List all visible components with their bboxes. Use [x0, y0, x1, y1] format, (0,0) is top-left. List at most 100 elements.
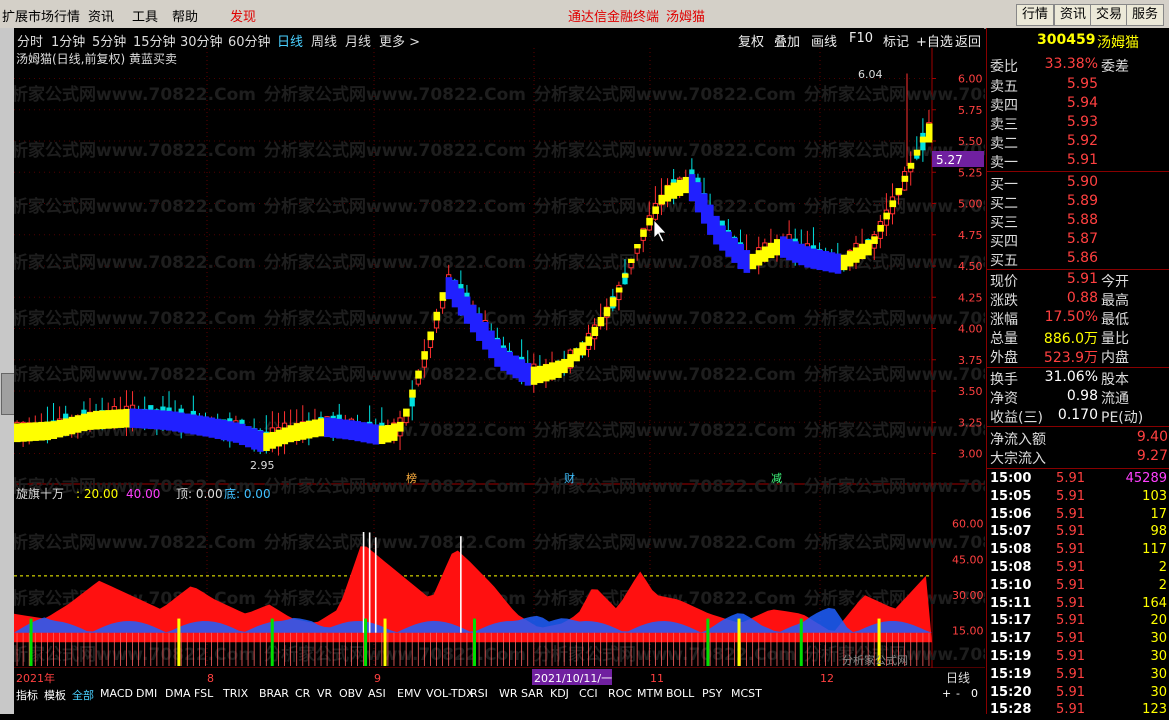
indicator-tab[interactable]: ROC — [608, 687, 632, 700]
tick-row[interactable]: 15:28 5.91 123 — [987, 702, 1169, 720]
indicator-tab[interactable]: CR — [295, 687, 310, 700]
marker-finance[interactable]: 财 — [564, 471, 575, 485]
tick-row[interactable]: 15:00 5.91 45289 — [987, 471, 1169, 489]
zoom-in-button[interactable]: + — [942, 687, 951, 700]
trend-band-segment — [184, 413, 191, 434]
tick-price: 5.91 — [1056, 631, 1085, 647]
indicator-tab[interactable]: MCST — [731, 687, 762, 700]
chart-area[interactable]: 分析家公式网www.70822.Com 分析家公式网www.70822.Com 分析… — [14, 48, 985, 686]
marker-rank[interactable]: 榜 — [406, 471, 417, 485]
indicator-tab[interactable]: RSI — [470, 687, 488, 700]
buy-level[interactable]: 买三 5.88 — [987, 212, 1169, 232]
left-scroll-strip[interactable] — [0, 28, 15, 714]
svg-text:分析家公式网www.70822.Com: 分析家公式网www.70822.Com — [264, 84, 526, 105]
brand-watermark: 分析家公式网 — [842, 653, 908, 667]
stat-row: 现价 5.91 今开 — [987, 271, 1169, 291]
trend-band-segment — [646, 217, 653, 226]
menu-news[interactable]: 资讯 — [88, 6, 114, 25]
time-label-5: 12 — [820, 672, 834, 685]
indicator-tab[interactable]: OBV — [339, 687, 362, 700]
tick-row[interactable]: 15:17 5.91 30 — [987, 631, 1169, 649]
tick-row[interactable]: 15:19 5.91 30 — [987, 667, 1169, 685]
indicator-tab[interactable]: VR — [317, 687, 332, 700]
sub-v2: 40.00 — [126, 487, 160, 501]
tick-row[interactable]: 15:08 5.91 2 — [987, 560, 1169, 578]
indicator-tab[interactable]: SAR — [521, 687, 543, 700]
buy-level[interactable]: 买四 5.87 — [987, 231, 1169, 251]
indicator-tab[interactable]: DMI — [136, 687, 157, 700]
indicator-tab[interactable]: WR — [499, 687, 518, 700]
sell-level[interactable]: 卖四 5.94 — [987, 95, 1169, 115]
svg-text:分析家公式网www.70822.Com: 分析家公式网www.70822.Com — [264, 252, 526, 273]
menu-extended-market[interactable]: 扩展市场行情 — [2, 6, 80, 25]
indicator-tab[interactable]: 全部 — [72, 687, 94, 703]
tick-row[interactable]: 15:17 5.91 20 — [987, 613, 1169, 631]
sell-level[interactable]: 卖一 5.91 — [987, 152, 1169, 172]
sell-level[interactable]: 卖二 5.92 — [987, 133, 1169, 153]
zoom-reset-button[interactable]: 0 — [971, 687, 978, 700]
indicator-tab[interactable]: DMA — [165, 687, 191, 700]
indicator-tab[interactable]: MACD — [100, 687, 133, 700]
indicator-tab[interactable]: BOLL — [666, 687, 694, 700]
menu-bar: 扩展市场行情 资讯 工具 帮助 发现 通达信金融终端 汤姆猫 行情 资讯 交易 … — [0, 0, 1169, 29]
tick-row[interactable]: 15:20 5.91 30 — [987, 685, 1169, 703]
menu-tools[interactable]: 工具 — [132, 6, 158, 25]
trade-button[interactable]: 交易 — [1090, 4, 1129, 26]
tick-row[interactable]: 15:07 5.91 98 — [987, 524, 1169, 542]
tick-volume: 30 — [1150, 649, 1167, 664]
trend-band-segment — [919, 136, 927, 143]
y-tick-label: 4.25 — [958, 291, 983, 304]
zoom-out-button[interactable]: - — [956, 687, 960, 700]
news-button[interactable]: 资讯 — [1054, 4, 1093, 26]
indicator-tab[interactable]: CCI — [579, 687, 598, 700]
signal-bar — [737, 618, 741, 666]
tick-row[interactable]: 15:11 5.91 164 — [987, 596, 1169, 614]
indicator-tab[interactable]: TRIX — [223, 687, 248, 700]
service-button[interactable]: 服务 — [1126, 4, 1165, 26]
indicator-tab[interactable]: PSY — [702, 687, 722, 700]
tick-volume: 45289 — [1125, 471, 1167, 486]
signal-bar — [383, 618, 387, 666]
collapse-handle[interactable] — [1, 373, 15, 415]
trend-band-segment — [451, 280, 459, 308]
quotes-button[interactable]: 行情 — [1016, 4, 1055, 26]
sell-level[interactable]: 卖三 5.93 — [987, 114, 1169, 134]
trend-band-segment — [719, 225, 726, 251]
tick-row[interactable]: 15:05 5.91 103 — [987, 489, 1169, 507]
trend-band-segment — [80, 413, 88, 432]
indicator-tab[interactable]: 指标 — [16, 687, 38, 703]
indicator-tab[interactable]: ASI — [368, 687, 386, 700]
indicator-tab[interactable]: VOL-TDX — [426, 687, 474, 700]
indicator-tab[interactable]: KDJ — [550, 687, 569, 700]
buy-level[interactable]: 买一 5.90 — [987, 174, 1169, 194]
trend-band-segment — [409, 389, 416, 398]
stat-value: 886.0万 — [1043, 331, 1098, 347]
menu-discover[interactable]: 发现 — [230, 6, 256, 25]
indicator-tab[interactable]: 模板 — [44, 687, 66, 703]
tick-row[interactable]: 15:10 5.91 2 — [987, 578, 1169, 596]
stat-label-2: 最高 — [1101, 293, 1129, 309]
weibi-value: 33.38% — [1044, 56, 1098, 72]
sell-level[interactable]: 卖五 5.95 — [987, 76, 1169, 96]
trend-band-segment — [427, 331, 434, 341]
signal-bar — [799, 618, 803, 666]
tick-row[interactable]: 15:19 5.91 30 — [987, 649, 1169, 667]
indicator-tab[interactable]: FSL — [194, 687, 213, 700]
indicator-tab[interactable]: EMV — [397, 687, 421, 700]
f10-button[interactable]: F10 — [849, 31, 873, 46]
sell-level-price: 5.94 — [1066, 95, 1098, 111]
trend-band-segment — [372, 424, 380, 445]
tick-price: 5.91 — [1056, 488, 1085, 504]
marker-reduce[interactable]: 减 — [771, 472, 782, 485]
buy-level[interactable]: 买五 5.86 — [987, 250, 1169, 270]
tick-row[interactable]: 15:08 5.91 117 — [987, 542, 1169, 560]
menu-help[interactable]: 帮助 — [172, 6, 198, 25]
tick-time: 15:28 — [990, 702, 1032, 718]
buy-level[interactable]: 买二 5.89 — [987, 193, 1169, 213]
trend-band-segment — [196, 415, 203, 436]
indicator-tab[interactable]: BRAR — [259, 687, 289, 700]
flow-row: 大宗流入 9.27 — [987, 448, 1169, 468]
tick-row[interactable]: 15:06 5.91 17 — [987, 507, 1169, 525]
indicator-tab[interactable]: MTM — [637, 687, 663, 700]
trend-band-segment — [713, 215, 720, 245]
